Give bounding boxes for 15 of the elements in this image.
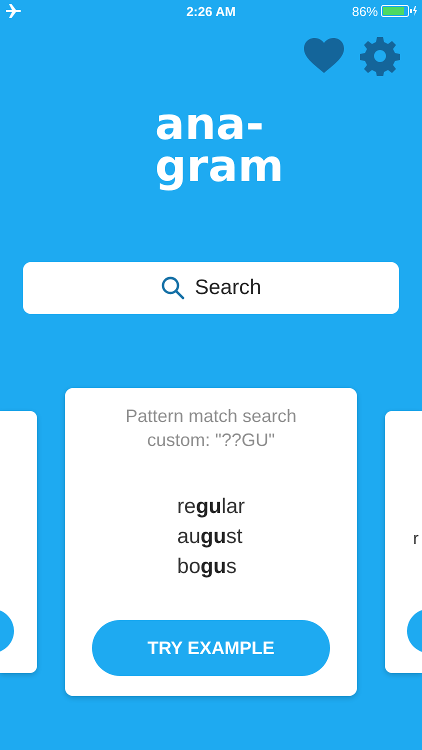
app-title: ana- [155, 104, 265, 146]
airplane-icon [5, 4, 23, 18]
battery-icon [381, 5, 417, 17]
search-icon [160, 276, 185, 300]
battery-percent: 86% [352, 4, 378, 18]
example-word: august [177, 524, 244, 550]
example-word: bogus [177, 554, 238, 580]
example-word: r [413, 529, 419, 549]
status-time: 2:26 AM [186, 4, 236, 18]
app-title: gram [155, 146, 285, 188]
example-word: regular [177, 494, 245, 520]
settings-icon[interactable] [360, 36, 400, 76]
heart-icon[interactable] [304, 38, 344, 74]
search-button[interactable]: Search [23, 262, 399, 314]
card-title: Pattern match search custom: "??GU" [124, 405, 298, 452]
